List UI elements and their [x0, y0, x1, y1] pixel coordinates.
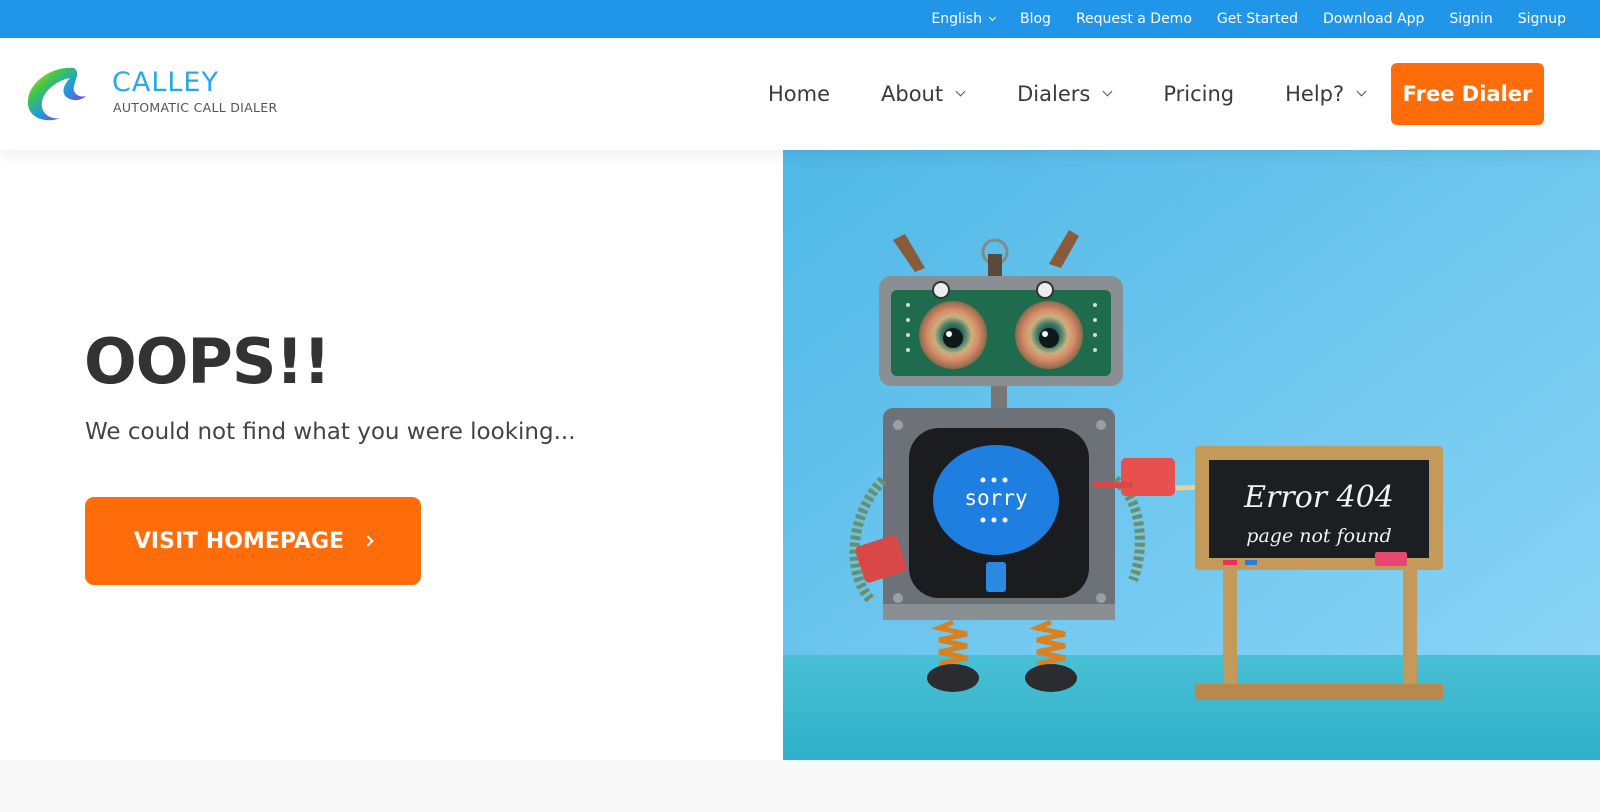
- get-started-link[interactable]: Get Started: [1217, 11, 1298, 27]
- language-selector[interactable]: English: [931, 11, 997, 27]
- nav-pricing[interactable]: Pricing: [1163, 82, 1234, 106]
- nav-about[interactable]: About: [881, 82, 966, 106]
- nav-help[interactable]: Help?: [1285, 82, 1367, 106]
- visit-homepage-label: VISIT HOMEPAGE: [133, 528, 345, 554]
- main-header: CALLEY AUTOMATIC CALL DIALER Home About …: [0, 38, 1600, 150]
- error-headline: OOPS!!: [84, 325, 331, 398]
- error-message: We could not find what you were looking.…: [85, 419, 576, 445]
- chevron-down-icon: [1102, 86, 1113, 97]
- logo-tagline: AUTOMATIC CALL DIALER: [113, 100, 278, 115]
- chevron-right-icon: [362, 535, 374, 547]
- logo-name: CALLEY: [112, 67, 219, 98]
- chalkboard-error-text: Error 404: [1243, 480, 1394, 515]
- top-utility-bar: English Blog Request a Demo Get Started …: [0, 0, 1600, 38]
- nav-help-label: Help?: [1285, 82, 1345, 106]
- visit-homepage-button[interactable]: VISIT HOMEPAGE: [85, 497, 421, 585]
- chalkboard-subtext: page not found: [1246, 525, 1391, 547]
- signin-link[interactable]: Signin: [1449, 11, 1492, 27]
- robot-scene-image: sorry Error 404 page not found: [783, 150, 1600, 760]
- hero-text-panel: OOPS!! We could not find what you were l…: [0, 150, 783, 760]
- download-app-link[interactable]: Download App: [1323, 11, 1424, 27]
- chevron-down-icon: [1356, 86, 1367, 97]
- free-dialer-button[interactable]: Free Dialer: [1391, 63, 1544, 125]
- nav-pricing-label: Pricing: [1163, 82, 1235, 106]
- calley-logo-icon: [27, 67, 86, 121]
- nav-home-label: Home: [768, 82, 831, 106]
- robot-404-illustration: sorry Error 404 page not found: [783, 150, 1600, 760]
- nav-dialers[interactable]: Dialers: [1017, 82, 1113, 106]
- logo-link[interactable]: CALLEY AUTOMATIC CALL DIALER: [24, 64, 294, 126]
- footer-strip: [0, 760, 1600, 812]
- main-nav: Home About Dialers Pricing Help?: [768, 38, 1367, 150]
- top-utility-nav: English Blog Request a Demo Get Started …: [931, 0, 1566, 38]
- blog-link[interactable]: Blog: [1020, 11, 1051, 27]
- chevron-down-icon: [955, 86, 966, 97]
- request-demo-link[interactable]: Request a Demo: [1076, 11, 1192, 27]
- nav-dialers-label: Dialers: [1017, 82, 1091, 106]
- nav-home[interactable]: Home: [768, 82, 830, 106]
- language-selector-label: English: [931, 11, 982, 27]
- nav-about-label: About: [881, 82, 944, 106]
- chevron-down-icon: [988, 13, 997, 21]
- robot-screen-text: sorry: [964, 486, 1027, 510]
- signup-link[interactable]: Signup: [1518, 11, 1566, 27]
